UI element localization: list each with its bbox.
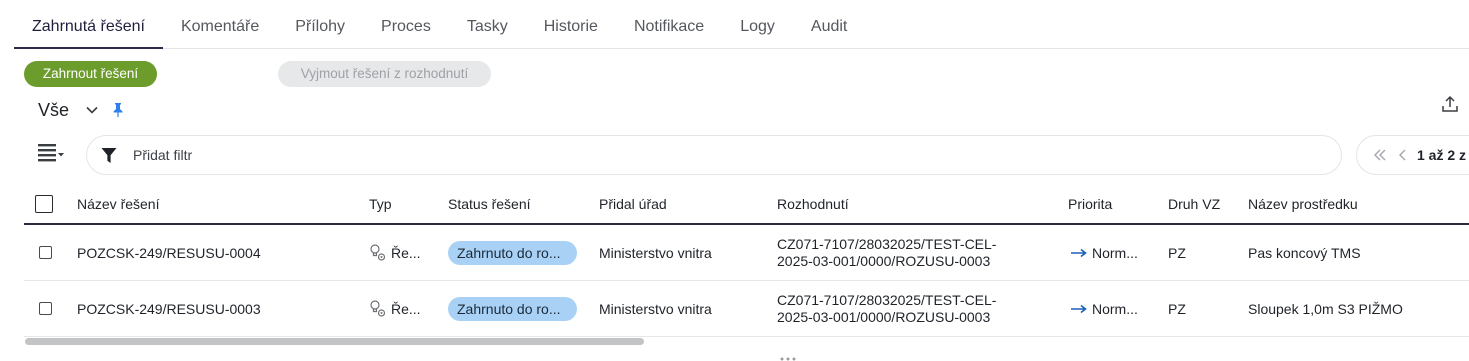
tab-historie[interactable]: Historie: [526, 0, 616, 49]
exclude-solution-button[interactable]: Vyjmout řešení z rozhodnutí: [278, 61, 491, 87]
col-header-name[interactable]: Název řešení: [77, 185, 159, 223]
cell-name[interactable]: POZCSK-249/RESUSU-0003: [77, 281, 261, 336]
tab-komentare[interactable]: Komentáře: [163, 0, 277, 49]
row-checkbox[interactable]: [39, 246, 52, 259]
priority-label: Norm...: [1092, 300, 1138, 317]
table-row[interactable]: POZCSK-249/RESUSU-0003 Ře... Zahrnuto do…: [24, 281, 1469, 337]
cell-device: Pas koncový TMS: [1248, 244, 1361, 261]
tab-proces[interactable]: Proces: [363, 0, 449, 49]
col-header-priority[interactable]: Priorita: [1068, 185, 1112, 223]
type-label: Ře...: [391, 244, 421, 261]
tab-bar: Zahrnutá řešení Komentáře Přílohy Proces…: [14, 0, 1469, 49]
cell-type: Ře...: [369, 281, 421, 336]
double-chevron-left-icon[interactable]: [1373, 148, 1387, 162]
solutions-table: Název řešení Typ Status řešení Přidal úř…: [24, 185, 1469, 337]
col-header-decision[interactable]: Rozhodnutí: [777, 185, 849, 223]
priority-label: Norm...: [1092, 244, 1138, 261]
tab-audit[interactable]: Audit: [793, 0, 865, 49]
upload-icon[interactable]: [1440, 94, 1460, 114]
type-label: Ře...: [391, 300, 421, 317]
cell-device: Sloupek 1,0m S3 PIŽMO: [1248, 300, 1403, 317]
col-header-status[interactable]: Status řešení: [448, 185, 531, 223]
row-checkbox[interactable]: [39, 302, 52, 315]
bulb-gear-icon: [370, 243, 386, 261]
pagination-summary: 1 až 2 z: [1417, 147, 1467, 163]
cell-kind: PZ: [1168, 244, 1186, 261]
tab-prilohy[interactable]: Přílohy: [277, 0, 363, 49]
horizontal-scrollbar[interactable]: [25, 338, 644, 345]
col-header-kind[interactable]: Druh VZ: [1168, 185, 1220, 223]
cell-status: Zahrnuto do ro...: [448, 281, 577, 336]
cell-priority: Norm...: [1070, 225, 1138, 280]
col-header-office[interactable]: Přidal úřad: [599, 185, 667, 223]
pagination: 1 až 2 z: [1356, 135, 1469, 175]
arrow-right-icon: [1071, 304, 1087, 313]
col-header-type[interactable]: Typ: [369, 185, 392, 223]
cell-decision[interactable]: CZ071-7107/28032025/TEST-CEL-2025-03-001…: [777, 225, 1027, 280]
tab-notifikace[interactable]: Notifikace: [616, 0, 722, 49]
cell-priority: Norm...: [1070, 281, 1138, 336]
view-selector[interactable]: Vše: [38, 98, 125, 122]
cell-name[interactable]: POZCSK-249/RESUSU-0004: [77, 225, 261, 280]
tab-logy[interactable]: Logy: [722, 0, 793, 49]
cell-office: Ministerstvo vnitra: [599, 244, 712, 261]
table-row[interactable]: POZCSK-249/RESUSU-0004 Ře... Zahrnuto do…: [24, 225, 1469, 281]
chevron-left-icon[interactable]: [1397, 148, 1407, 162]
filter-bar[interactable]: Přidat filtr: [86, 135, 1342, 175]
cell-office: Ministerstvo vnitra: [599, 300, 712, 317]
funnel-icon: [101, 148, 117, 163]
add-filter-label: Přidat filtr: [133, 147, 193, 163]
status-badge: Zahrnuto do ro...: [448, 296, 577, 321]
include-solution-button[interactable]: Zahrnout řešení: [24, 61, 157, 87]
cell-decision[interactable]: CZ071-7107/28032025/TEST-CEL-2025-03-001…: [777, 281, 1027, 336]
cell-status: Zahrnuto do ro...: [448, 225, 577, 280]
row-select-cell: [39, 225, 52, 280]
arrow-right-icon: [1071, 248, 1087, 257]
col-header-device[interactable]: Název prostředku: [1248, 185, 1358, 223]
cell-kind: PZ: [1168, 300, 1186, 317]
pin-icon[interactable]: [111, 102, 125, 118]
select-all-checkbox[interactable]: [35, 195, 53, 213]
select-all-cell: [35, 185, 53, 223]
more-dots-icon[interactable]: [779, 356, 797, 361]
chevron-down-icon[interactable]: [85, 103, 99, 117]
bulb-gear-icon: [370, 299, 386, 317]
table-header-row: Název řešení Typ Status řešení Přidal úř…: [24, 185, 1469, 225]
status-badge: Zahrnuto do ro...: [448, 240, 577, 265]
tab-tasky[interactable]: Tasky: [449, 0, 526, 49]
cell-type: Ře...: [369, 225, 421, 280]
row-select-cell: [39, 281, 52, 336]
tab-zahrnuta-reseni[interactable]: Zahrnutá řešení: [14, 0, 163, 49]
view-label: Vše: [38, 99, 70, 120]
column-settings-icon[interactable]: [36, 143, 66, 165]
